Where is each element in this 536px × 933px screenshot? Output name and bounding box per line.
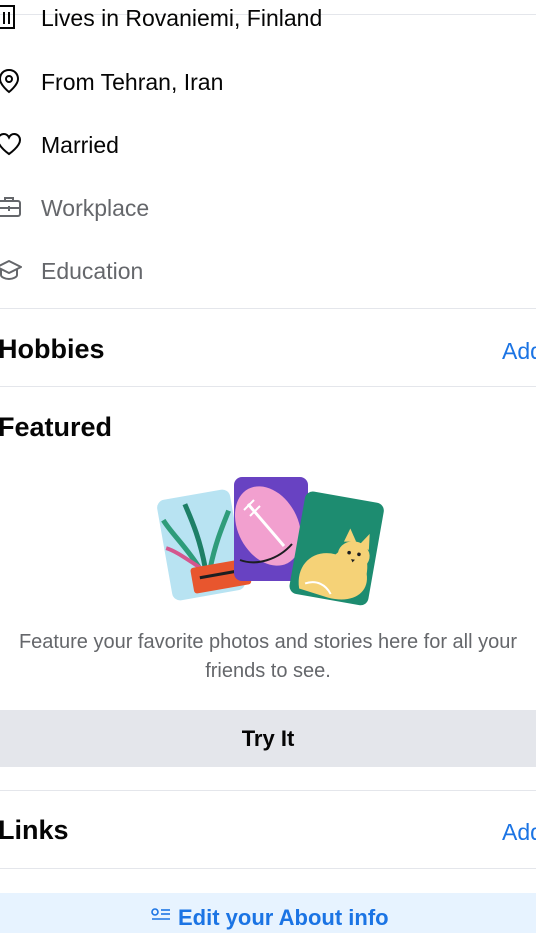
location-pin-icon (0, 68, 20, 94)
featured-description: Feature your favorite photos and stories… (18, 631, 518, 682)
about-item-label: Married (41, 132, 119, 158)
graduation-cap-icon (0, 260, 22, 281)
briefcase-icon (0, 197, 21, 217)
about-item-workplace[interactable]: Workplace (0, 188, 536, 228)
divider (0, 790, 536, 791)
divider (0, 308, 536, 309)
about-item-lives-in[interactable]: Lives in Rovaniemi, Finland (0, 0, 536, 38)
about-item-label: Lives in Rovaniemi, Finland (41, 5, 323, 31)
about-item-from[interactable]: From Tehran, Iran (0, 62, 536, 102)
heart-icon (0, 132, 22, 156)
edit-about-info-button[interactable]: Edit your About info (0, 893, 536, 933)
about-item-label: Education (41, 258, 144, 284)
try-it-button[interactable]: Try It (0, 710, 536, 767)
divider (0, 868, 536, 869)
links-title: Links (0, 815, 69, 845)
hobbies-title: Hobbies (0, 334, 105, 364)
about-item-label: From Tehran, Iran (41, 69, 224, 95)
building-icon (0, 5, 15, 29)
hobbies-add-link[interactable]: Add (502, 337, 536, 365)
featured-cards-illustration (157, 477, 384, 606)
edit-about-info-label: Edit your About info (178, 905, 389, 930)
divider (0, 386, 536, 387)
about-item-relationship[interactable]: Married (0, 125, 536, 165)
featured-title: Featured (0, 412, 113, 442)
links-add-link[interactable]: Add (502, 818, 536, 846)
about-item-label: Workplace (41, 195, 150, 221)
about-item-education[interactable]: Education (0, 251, 536, 291)
